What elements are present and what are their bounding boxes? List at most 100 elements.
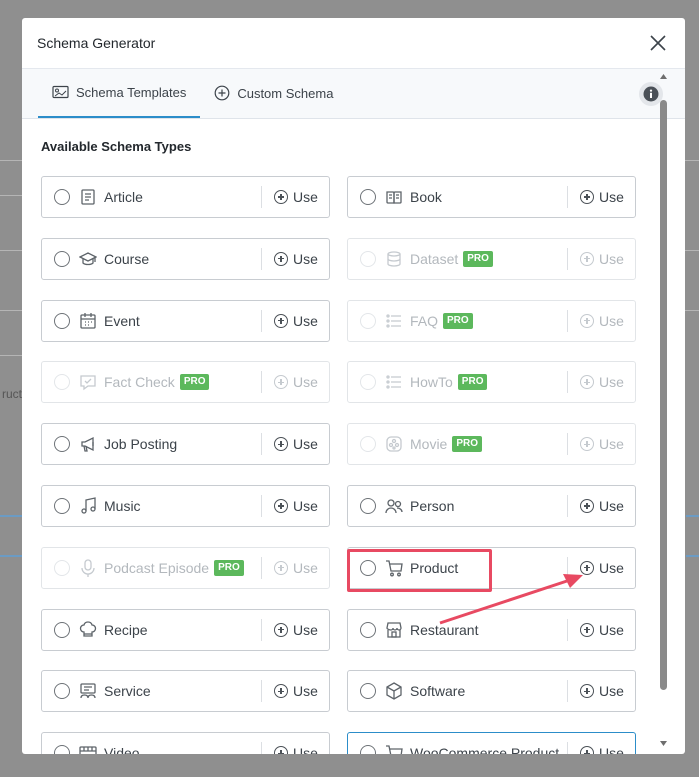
radio-button[interactable]: [360, 621, 376, 638]
schema-generator-modal: Schema Generator Schema Templates Custom…: [22, 18, 685, 754]
info-icon: [643, 86, 659, 102]
plus-circle-icon: [580, 251, 594, 266]
tab-custom-schema[interactable]: Custom Schema: [200, 68, 347, 118]
scroll-down-arrow-icon[interactable]: [659, 739, 668, 747]
use-button[interactable]: Use: [261, 742, 329, 754]
box-icon: [386, 682, 402, 701]
schema-card-course[interactable]: Course Use: [41, 237, 330, 280]
use-label: Use: [293, 250, 318, 267]
pro-badge: PRO: [463, 250, 493, 267]
use-button[interactable]: Use: [261, 680, 329, 703]
plus-circle-icon: [580, 499, 594, 513]
radio-button[interactable]: [54, 621, 70, 638]
use-button[interactable]: Use: [567, 186, 635, 208]
use-button[interactable]: Use: [261, 618, 329, 641]
schema-label: Job Posting: [104, 436, 178, 453]
use-button[interactable]: Use: [261, 247, 329, 270]
schema-card-book[interactable]: Book Use: [347, 176, 636, 218]
use-button[interactable]: Use: [567, 618, 635, 641]
schema-card-product[interactable]: Product Use: [347, 546, 636, 589]
schema-card-recipe[interactable]: Recipe Use: [41, 608, 330, 651]
scrollbar-thumb[interactable]: [660, 100, 667, 690]
schema-card-howto: HowTo PRO Use: [347, 361, 636, 404]
radio-button[interactable]: [360, 745, 376, 754]
use-label: Use: [293, 374, 318, 391]
schema-card-event[interactable]: Event Use: [41, 299, 330, 342]
use-label: Use: [293, 498, 318, 514]
use-label: Use: [293, 621, 318, 638]
radio-button[interactable]: [54, 683, 70, 700]
schema-card-article[interactable]: Article Use: [41, 176, 330, 218]
plus-circle-icon: [214, 85, 230, 101]
use-button[interactable]: Use: [261, 433, 329, 456]
radio-button: [360, 436, 376, 453]
use-button[interactable]: Use: [261, 186, 329, 208]
radio-button[interactable]: [54, 312, 70, 329]
modal-title: Schema Generator: [37, 35, 156, 51]
schema-card-restaurant[interactable]: Restaurant Use: [347, 608, 636, 651]
radio-button[interactable]: [54, 498, 70, 514]
radio-button[interactable]: [360, 498, 376, 514]
use-label: Use: [599, 189, 624, 205]
radio-button[interactable]: [54, 189, 70, 205]
scroll-up-arrow-icon[interactable]: [659, 73, 668, 81]
plus-circle-icon: [580, 622, 594, 637]
use-button[interactable]: Use: [567, 495, 635, 517]
schema-label: Movie: [410, 436, 448, 453]
tab-label: Custom Schema: [237, 85, 334, 101]
use-label: Use: [599, 745, 624, 754]
schema-card-software[interactable]: Software Use: [347, 670, 636, 713]
radio-button[interactable]: [360, 683, 376, 700]
scrollbar[interactable]: [659, 70, 668, 750]
schema-label: WooCommerce Product: [410, 745, 560, 754]
people-icon: [385, 499, 403, 514]
use-label: Use: [599, 621, 624, 638]
schema-card-music[interactable]: Music Use: [41, 485, 330, 527]
schema-card-woocommerce-product[interactable]: WooCommerce Product Use: [347, 732, 636, 754]
video-icon: [79, 746, 97, 754]
schema-card-person[interactable]: Person Use: [347, 485, 636, 527]
radio-button[interactable]: [54, 436, 70, 453]
use-button: Use: [567, 309, 635, 332]
megaphone-icon: [81, 437, 94, 452]
plus-circle-icon: [274, 313, 288, 328]
use-button[interactable]: Use: [567, 742, 635, 754]
plus-circle-icon: [274, 499, 288, 513]
chef-hat-icon: [79, 620, 97, 637]
schema-card-service[interactable]: Service Use: [41, 670, 330, 713]
radio-button[interactable]: [360, 189, 376, 205]
schema-label: Software: [410, 683, 466, 700]
radio-button[interactable]: [54, 250, 70, 267]
music-note-icon: [81, 497, 96, 514]
schema-card-faq: FAQ PRO Use: [347, 299, 636, 342]
schema-label: Podcast Episode: [104, 559, 210, 576]
microphone-icon: [81, 559, 95, 577]
radio-button: [360, 312, 376, 329]
radio-button[interactable]: [54, 745, 70, 754]
tab-schema-templates[interactable]: Schema Templates: [38, 68, 201, 118]
plus-circle-icon: [580, 313, 594, 328]
use-button[interactable]: Use: [261, 309, 329, 332]
use-button[interactable]: Use: [261, 495, 329, 517]
close-icon[interactable]: [646, 31, 670, 55]
film-reel-icon: [386, 436, 402, 452]
use-button[interactable]: Use: [567, 556, 635, 579]
radio-button[interactable]: [360, 559, 376, 576]
plus-circle-icon: [274, 746, 288, 754]
use-button[interactable]: Use: [567, 680, 635, 703]
schema-label: Restaurant: [410, 621, 479, 638]
plus-circle-icon: [580, 746, 594, 754]
schema-label: Event: [104, 312, 140, 329]
pro-badge: PRO: [214, 559, 244, 576]
schema-card-video[interactable]: Video Use: [41, 732, 330, 754]
schema-card-job-posting[interactable]: Job Posting Use: [41, 423, 330, 466]
plus-circle-icon: [580, 684, 594, 699]
use-label: Use: [599, 498, 624, 514]
schema-card-movie: Movie PRO Use: [347, 423, 636, 466]
graduation-cap-icon: [79, 252, 97, 265]
template-icon: [52, 85, 69, 99]
plus-circle-icon: [580, 560, 594, 575]
use-label: Use: [599, 683, 624, 700]
schema-label: Product: [410, 559, 459, 576]
schema-label: Video: [104, 745, 140, 754]
